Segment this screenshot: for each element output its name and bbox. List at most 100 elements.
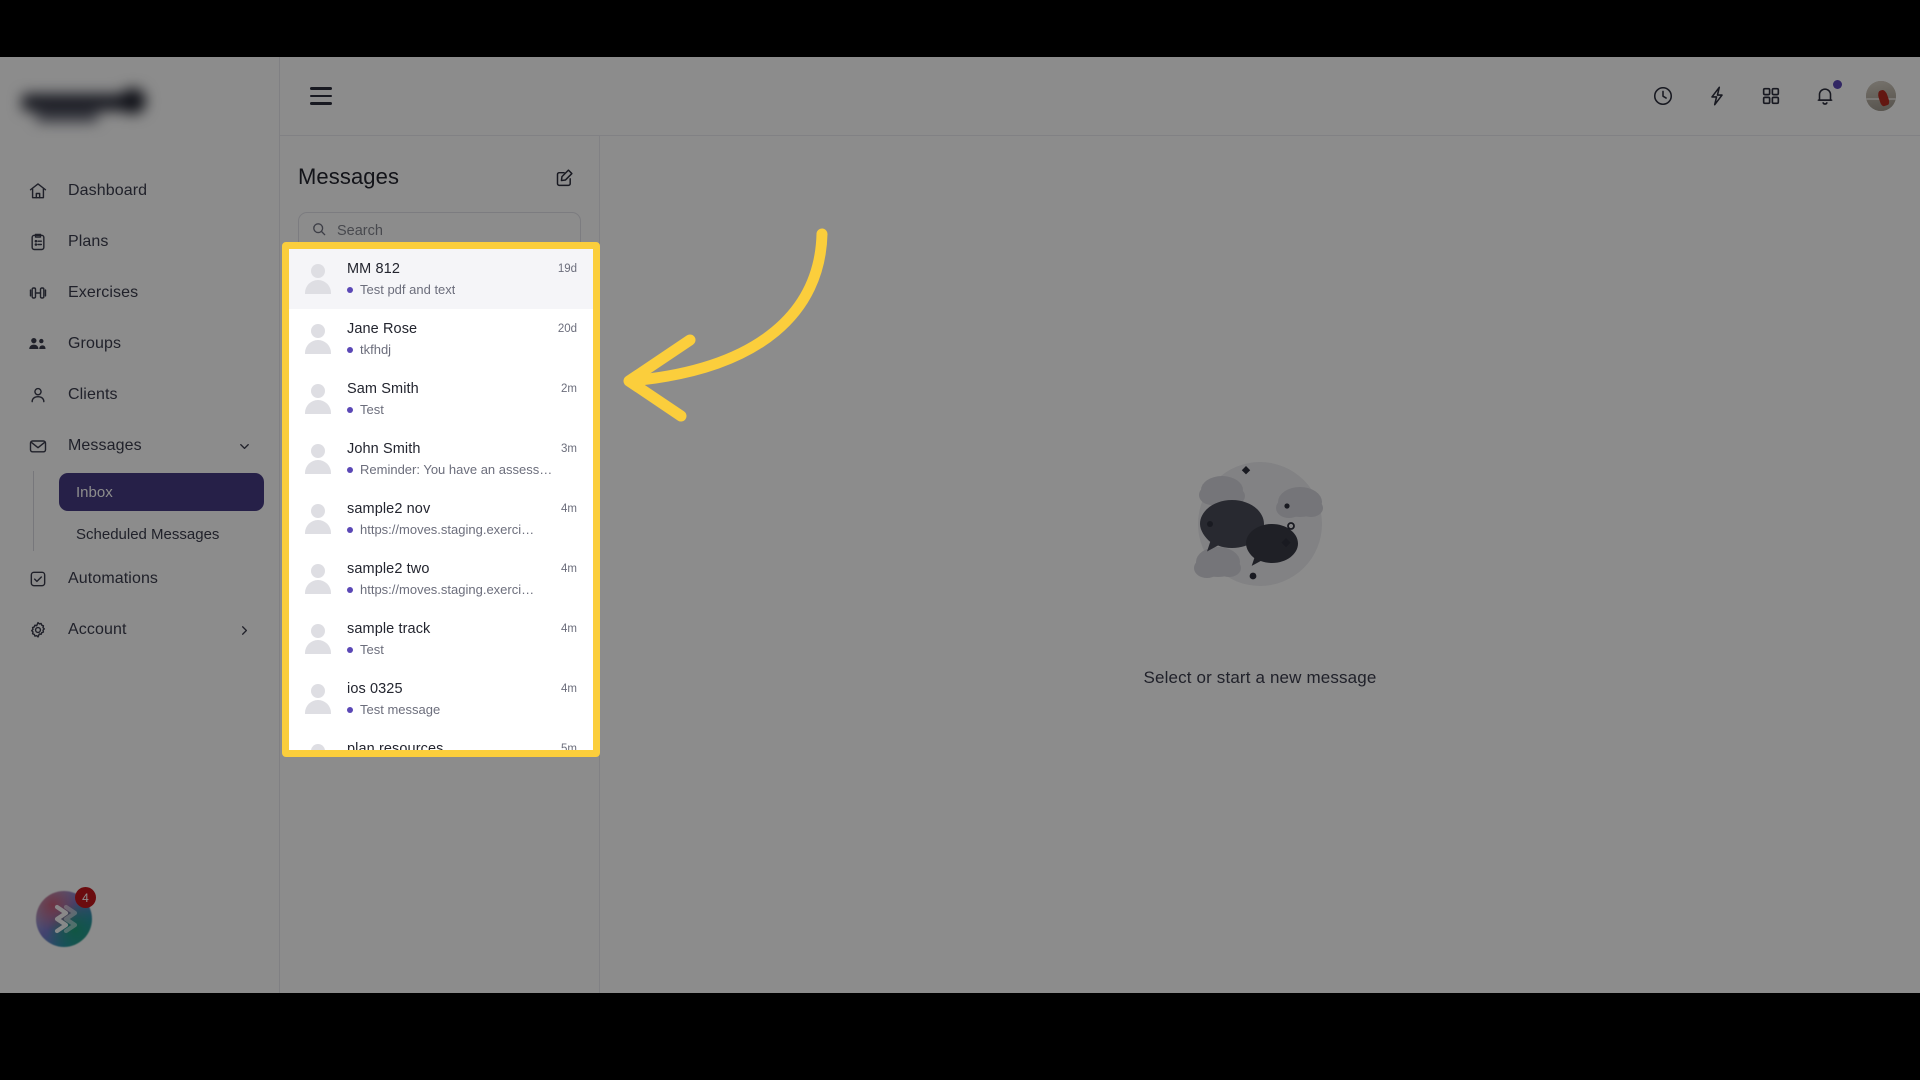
screenshot-root: Dashboard Plans Exercises Groups Clients… xyxy=(0,0,1920,1080)
conversation-list[interactable]: MM 812 Test pdf and text 19d Jane Rose tkfhd… xyxy=(289,249,593,750)
avatar xyxy=(303,443,333,474)
avatar xyxy=(303,383,333,414)
avatar xyxy=(303,323,333,354)
user-avatar[interactable] xyxy=(1866,81,1896,111)
conversation-row[interactable]: ios 0325 Test message 4m xyxy=(289,669,593,729)
avatar xyxy=(303,503,333,534)
conversation-row[interactable]: sample2 nov https://moves.staging.exerci…… xyxy=(289,489,593,549)
sidebar-item-label: Groups xyxy=(68,335,122,352)
lightning-bolt-icon[interactable] xyxy=(1704,83,1730,109)
sidebar-item-scheduled-messages[interactable]: Scheduled Messages xyxy=(59,515,264,553)
sidebar-item-automations[interactable]: Automations xyxy=(14,561,266,597)
sidebar-item-account[interactable]: Account xyxy=(14,612,266,648)
unread-dot xyxy=(347,286,353,293)
conversation-content: Jane Rose tkfhdj xyxy=(347,321,552,357)
unread-dot xyxy=(347,646,353,653)
notification-badge-dot xyxy=(1833,80,1842,89)
history-clock-icon[interactable] xyxy=(1650,83,1676,109)
conversation-timestamp: 19d xyxy=(557,263,577,275)
conversation-name: ios 0325 xyxy=(347,681,403,697)
chevron-right-icon xyxy=(237,623,252,638)
notifications-bell-icon[interactable] xyxy=(1812,80,1842,109)
conversation-name: sample2 nov xyxy=(347,501,431,517)
sidebar-subitem-label: Scheduled Messages xyxy=(76,525,220,543)
avatar xyxy=(303,563,333,594)
sidebar-item-dashboard[interactable]: Dashboard xyxy=(14,173,266,209)
conversation-content: sample2 two https://moves.staging.exerci… xyxy=(347,561,555,597)
conversation-content: Sam Smith Test xyxy=(347,381,555,417)
compose-edit-icon[interactable] xyxy=(551,164,577,190)
conversation-list-highlight: MM 812 Test pdf and text 19d Jane Rose tkfhd… xyxy=(282,242,600,757)
unread-dot xyxy=(347,466,353,473)
page-title: Messages xyxy=(298,164,400,189)
conversation-snippet-row: https://moves.staging.exerci… xyxy=(347,582,555,597)
dumbbell-icon xyxy=(27,282,49,304)
apps-grid-icon[interactable] xyxy=(1758,83,1784,109)
chat-launcher-icon[interactable]: 4 xyxy=(36,887,96,947)
conversation-content: MM 812 Test pdf and text xyxy=(347,261,552,297)
conversation-content: plan resourcesvideo resources originally… xyxy=(347,741,555,750)
conversation-snippet-row: Test xyxy=(347,402,555,417)
conversation-snippet-row: tkfhdj xyxy=(347,342,552,357)
unread-dot xyxy=(347,406,353,413)
conversation-snippet: Test xyxy=(360,402,384,417)
conversation-row[interactable]: Jane Rose tkfhdj 20d xyxy=(289,309,593,369)
people-group-icon xyxy=(27,333,49,355)
conversation-timestamp: 4m xyxy=(561,563,577,575)
search-input[interactable] xyxy=(337,223,568,239)
avatar xyxy=(303,623,333,654)
conversation-snippet: Test message xyxy=(360,702,441,717)
envelope-icon xyxy=(27,435,49,457)
avatar xyxy=(303,743,333,750)
conversation-content: ios 0325 Test message xyxy=(347,681,555,717)
conversation-timestamp: 3m xyxy=(561,443,577,455)
conversation-row[interactable]: John Smith Reminder: You have an assess… 3… xyxy=(289,429,593,489)
conversation-snippet-row: Reminder: You have an assess… xyxy=(347,462,555,477)
conversation-name: Jane Rose xyxy=(347,321,418,337)
conversation-row[interactable]: MM 812 Test pdf and text 19d xyxy=(289,249,593,309)
chat-unread-badge: 4 xyxy=(75,887,96,908)
messages-submenu: Inbox Scheduled Messages xyxy=(0,471,280,553)
sidebar-item-inbox[interactable]: Inbox xyxy=(59,473,264,511)
empty-state: Select or start a new message xyxy=(600,136,1920,993)
conversation-row[interactable]: plan resourcesvideo resources originally… xyxy=(289,729,593,750)
unread-dot xyxy=(347,526,353,533)
conversation-row[interactable]: sample track Test 4m xyxy=(289,609,593,669)
topbar-actions xyxy=(1650,80,1896,111)
top-bar xyxy=(280,57,1920,136)
sidebar-item-plans[interactable]: Plans xyxy=(14,224,266,260)
conversation-snippet: Test pdf and text xyxy=(360,282,456,297)
conversation-snippet-row: https://moves.staging.exerci… xyxy=(347,522,555,537)
sidebar-item-label: Messages xyxy=(68,437,142,454)
sidebar-item-label: Clients xyxy=(68,386,118,403)
hamburger-menu-icon[interactable] xyxy=(310,87,332,105)
conversation-snippet: https://moves.staging.exerci… xyxy=(360,522,535,537)
conversation-content: John Smith Reminder: You have an assess… xyxy=(347,441,555,477)
conversation-row[interactable]: Sam Smith Test 2m xyxy=(289,369,593,429)
conversation-name: plan resources xyxy=(347,741,444,750)
clipboard-icon xyxy=(27,231,49,253)
person-icon xyxy=(27,384,49,406)
conversation-name: Sam Smith xyxy=(347,381,419,397)
sidebar-item-label: Account xyxy=(68,621,127,638)
empty-state-text: Select or start a new message xyxy=(1143,667,1377,687)
sidebar-item-groups[interactable]: Groups xyxy=(14,326,266,362)
brand-logo xyxy=(22,84,162,128)
conversation-snippet: Test xyxy=(360,642,384,657)
conversation-snippet: tkfhdj xyxy=(360,342,392,357)
home-icon xyxy=(27,180,49,202)
sidebar-item-clients[interactable]: Clients xyxy=(14,377,266,413)
conversation-timestamp: 4m xyxy=(561,503,577,515)
sidebar-item-label: Dashboard xyxy=(68,182,148,199)
conversation-snippet: https://moves.staging.exerci… xyxy=(360,582,535,597)
avatar xyxy=(303,263,333,294)
conversation-content: sample2 nov https://moves.staging.exerci… xyxy=(347,501,555,537)
sidebar-item-exercises[interactable]: Exercises xyxy=(14,275,266,311)
conversation-timestamp: 4m xyxy=(561,623,577,635)
unread-dot xyxy=(347,586,353,593)
gear-icon xyxy=(27,619,49,641)
sidebar-item-messages[interactable]: Messages xyxy=(14,428,266,464)
conversation-row[interactable]: sample2 two https://moves.staging.exerci…… xyxy=(289,549,593,609)
app-viewport: Dashboard Plans Exercises Groups Clients… xyxy=(0,57,1920,993)
messages-panel-header: Messages xyxy=(280,136,599,190)
